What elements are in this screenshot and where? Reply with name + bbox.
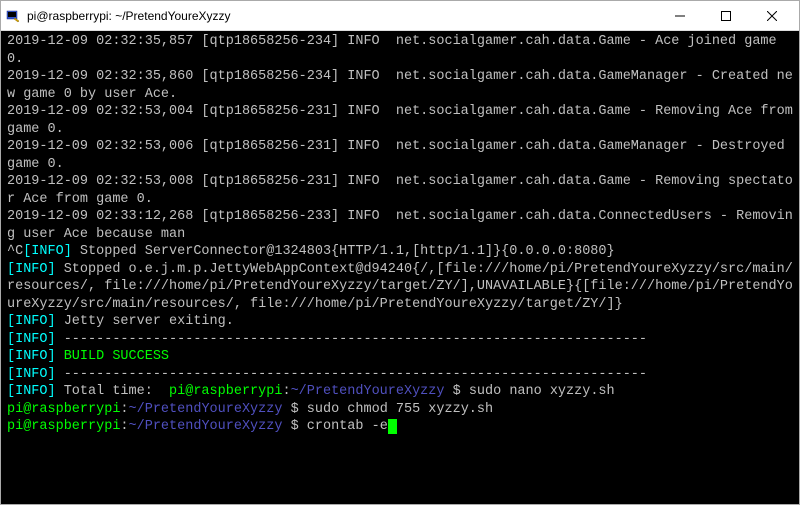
log-line: 2019-12-09 02:32:35,860 [qtp18658256-234… (7, 68, 793, 103)
info-label: [INFO] (7, 349, 56, 364)
window-title: pi@raspberrypi: ~/PretendYoureXyzzy (27, 9, 657, 23)
info-label: [INFO] (7, 262, 56, 277)
prompt-sep: : (120, 419, 128, 434)
prompt-dollar: $ (282, 419, 306, 434)
info-label: [INFO] (7, 384, 56, 399)
maximize-button[interactable] (703, 1, 749, 31)
putty-icon (5, 8, 21, 24)
terminal-output[interactable]: 2019-12-09 02:32:35,857 [qtp18658256-234… (1, 31, 799, 504)
prompt-user: pi@raspberrypi (7, 402, 120, 417)
window-controls (657, 1, 795, 31)
prompt-dollar: $ (445, 384, 469, 399)
dashes: ----------------------------------------… (56, 332, 647, 347)
interrupt-line: ^C[INFO] Stopped ServerConnector@1324803… (7, 243, 793, 261)
log-line: 2019-12-09 02:32:53,004 [qtp18658256-231… (7, 103, 793, 138)
info-label: [INFO] (7, 367, 56, 382)
info-line: [INFO] Stopped o.e.j.m.p.JettyWebAppCont… (7, 261, 793, 314)
prompt-path: ~/PretendYoureXyzzy (129, 419, 283, 434)
prompt-sep: : (120, 402, 128, 417)
prompt-path: ~/PretendYoureXyzzy (291, 384, 445, 399)
log-line: 2019-12-09 02:32:53,008 [qtp18658256-231… (7, 173, 793, 208)
prompt-path: ~/PretendYoureXyzzy (129, 402, 283, 417)
prompt-sep: : (282, 384, 290, 399)
info-line: [INFO] Jetty server exiting. (7, 313, 793, 331)
log-line: 2019-12-09 02:33:12,268 [qtp18658256-233… (7, 208, 793, 243)
log-line: 2019-12-09 02:32:35,857 [qtp18658256-234… (7, 33, 793, 68)
info-line: [INFO] ---------------------------------… (7, 331, 793, 349)
build-success-line: [INFO] BUILD SUCCESS (7, 348, 793, 366)
prompt-user: pi@raspberrypi (7, 419, 120, 434)
prompt-user: pi@raspberrypi (169, 384, 282, 399)
info-label: [INFO] (7, 332, 56, 347)
info-label: [INFO] (23, 244, 72, 259)
prompt-line-current: pi@raspberrypi:~/PretendYoureXyzzy $ cro… (7, 418, 793, 436)
log-line: 2019-12-09 02:32:53,006 [qtp18658256-231… (7, 138, 793, 173)
info-line: [INFO] ---------------------------------… (7, 366, 793, 384)
titlebar: pi@raspberrypi: ~/PretendYoureXyzzy (1, 1, 799, 31)
interrupt-text: Stopped ServerConnector@1324803{HTTP/1.1… (72, 244, 615, 259)
info-exiting: Jetty server exiting. (56, 314, 234, 329)
command-text: crontab -e (307, 419, 388, 434)
command-text: sudo chmod 755 xyzzy.sh (307, 402, 493, 417)
info-jetty-stopped: Stopped o.e.j.m.p.JettyWebAppContext@d94… (7, 262, 793, 312)
cursor (388, 419, 397, 434)
prompt-dollar: $ (282, 402, 306, 417)
interrupt-prefix: ^C (7, 244, 23, 259)
command-text: sudo nano xyzzy.sh (469, 384, 615, 399)
prompt-line: pi@raspberrypi:~/PretendYoureXyzzy $ sud… (7, 401, 793, 419)
total-time-label: Total time: (56, 384, 169, 399)
build-success: BUILD SUCCESS (56, 349, 169, 364)
dashes: ----------------------------------------… (56, 367, 647, 382)
total-time-line: [INFO] Total time: pi@raspberrypi:~/Pret… (7, 383, 793, 401)
minimize-button[interactable] (657, 1, 703, 31)
close-button[interactable] (749, 1, 795, 31)
info-label: [INFO] (7, 314, 56, 329)
